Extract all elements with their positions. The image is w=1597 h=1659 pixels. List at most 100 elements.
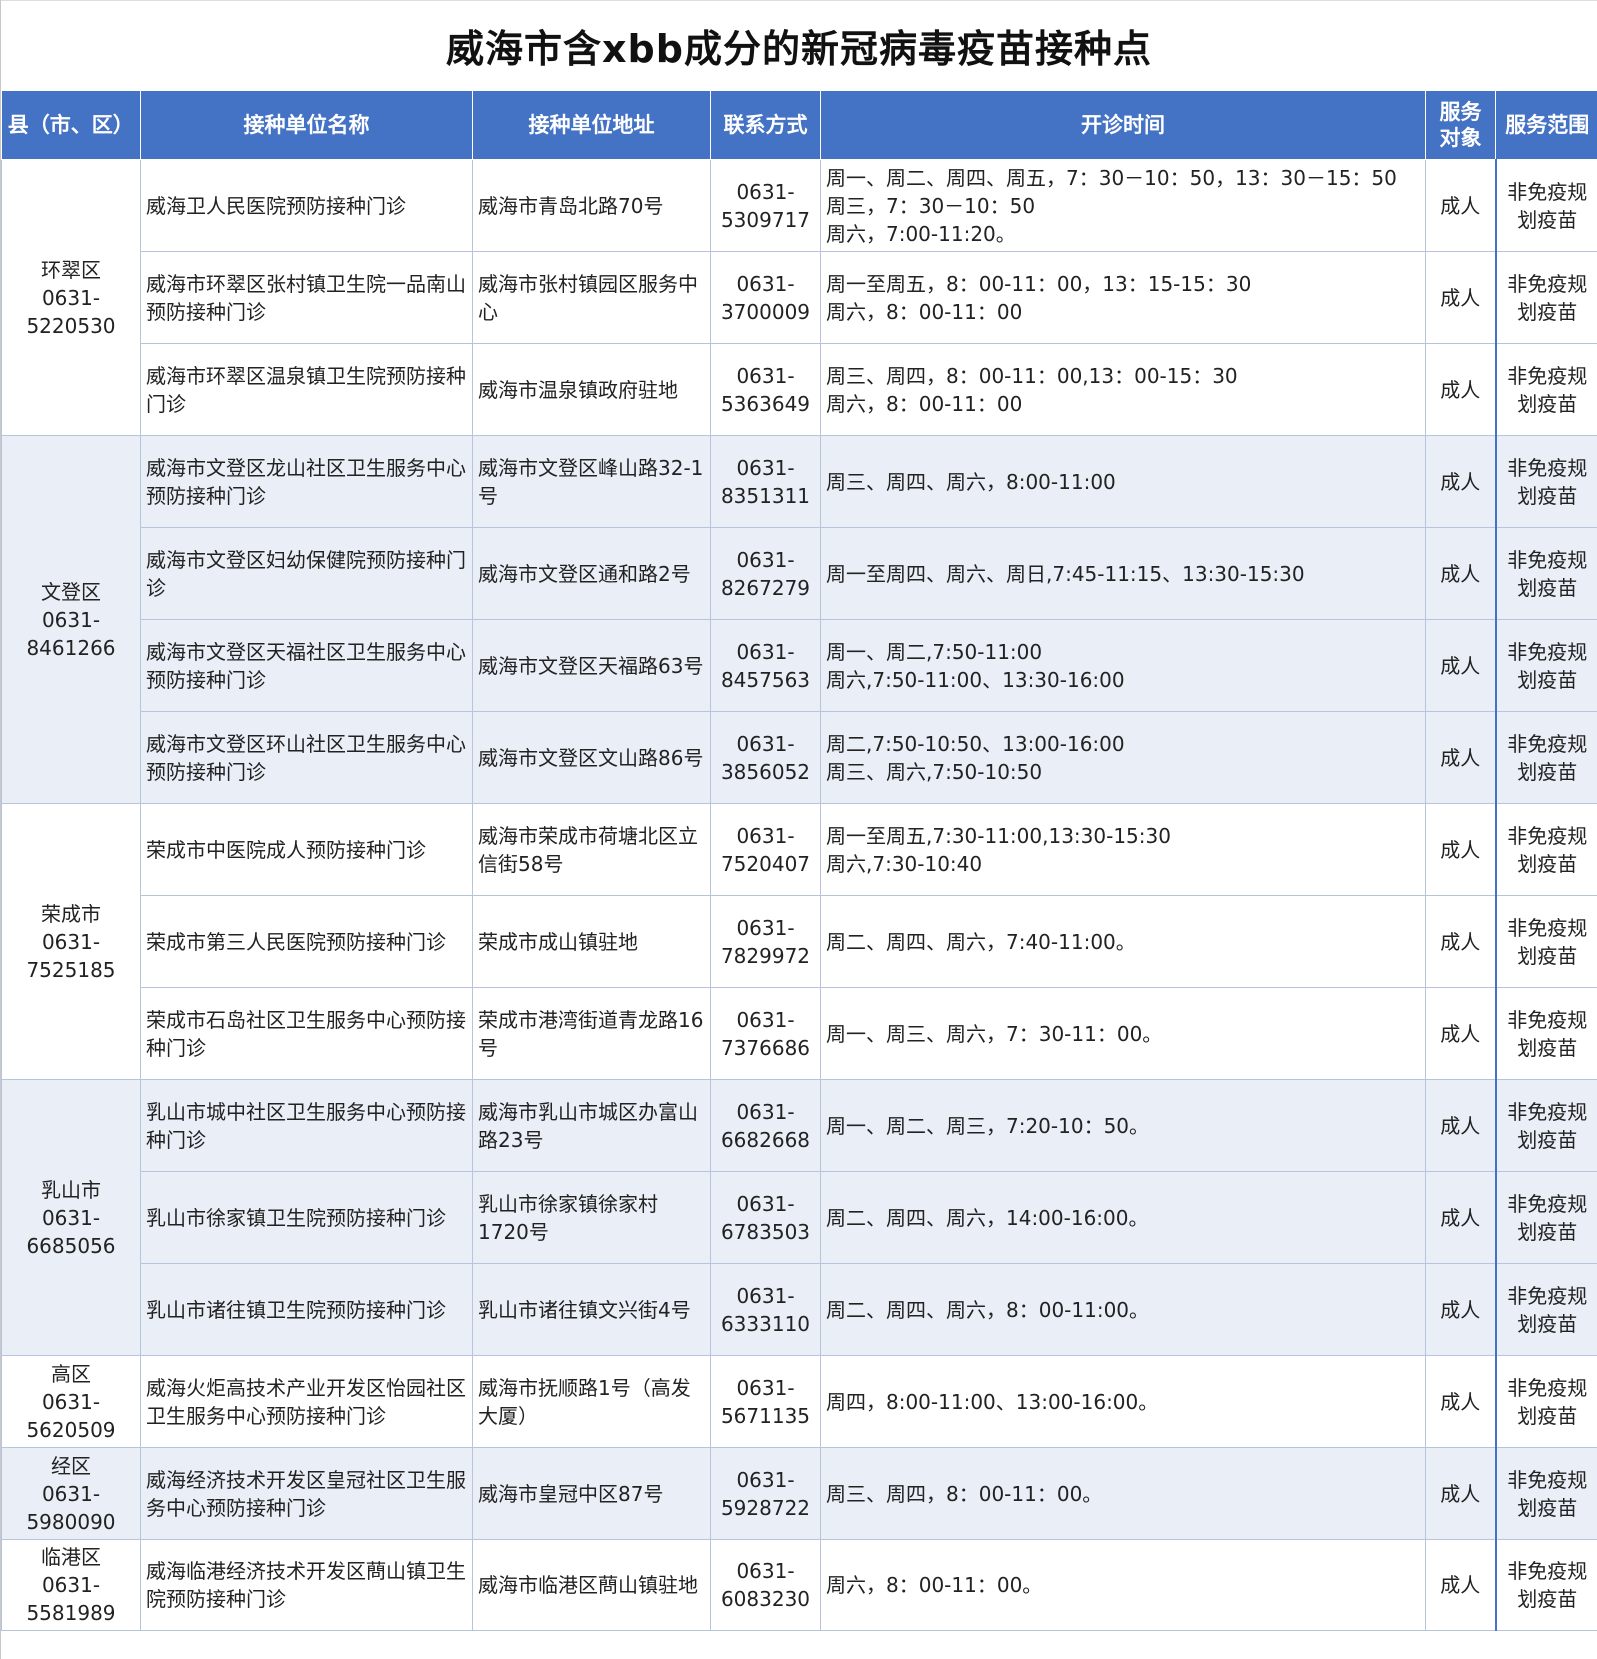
table-row: 经区 0631-5980090 威海经济技术开发区皇冠社区卫生服务中心预防接种门诊威…: [1, 1447, 1597, 1540]
contact-cell: 0631-8267279: [710, 527, 821, 620]
unit-address-cell: 威海市张村镇园区服务中心: [472, 251, 711, 344]
unit-name-cell: 荣成市石岛社区卫生服务中心预防接种门诊: [140, 987, 473, 1080]
table-row: 威海市文登区妇幼保健院预防接种门诊 威海市文登区通和路2号 0631-8267279…: [2, 527, 1597, 620]
unit-name-cell: 威海市文登区龙山社区卫生服务中心预防接种门诊: [140, 435, 473, 528]
header-contact: 联系方式: [710, 91, 821, 160]
unit-address-cell: 威海市文登区通和路2号: [472, 527, 711, 620]
contact-cell: 0631-7520407: [710, 803, 821, 896]
scope-cell: 非免疫规划疫苗: [1494, 1263, 1597, 1356]
table-row: 威海市环翠区温泉镇卫生院预防接种门诊 威海市温泉镇政府驻地 0631-5363649…: [2, 343, 1597, 436]
target-cell: 成人: [1425, 1539, 1496, 1631]
target-cell: 成人: [1425, 1447, 1496, 1540]
hours-cell: 周一至周五,7:30-11:00,13:30-15:30 周六,7:30-10:4…: [820, 803, 1426, 896]
unit-name-cell: 荣成市中医院成人预防接种门诊: [140, 803, 473, 896]
scope-cell: 非免疫规划疫苗: [1494, 1447, 1597, 1540]
hours-cell: 周二、周四、周六，8：00-11:00。: [820, 1263, 1426, 1356]
target-cell: 成人: [1425, 1355, 1496, 1448]
scope-cell: 非免疫规划疫苗: [1494, 711, 1597, 804]
header-row: 县（市、区） 接种单位名称 接种单位地址 联系方式 开诊时间 服务对象 服务范围: [1, 91, 1597, 160]
county-name: 乳山市: [41, 1177, 101, 1202]
hours-cell: 周六，8：00-11：00。: [820, 1539, 1426, 1631]
unit-name-cell: 威海临港经济技术开发区蔄山镇卫生院预防接种门诊: [140, 1539, 473, 1631]
county-name: 临港区: [41, 1545, 101, 1569]
contact-cell: 0631-3856052: [710, 711, 821, 804]
table-row: 荣成市第三人民医院预防接种门诊 荣成市成山镇驻地 0631-7829972 周二、周四…: [2, 895, 1597, 988]
hours-cell: 周一、周二、周四、周五，7：30－10：50，13：30－15：50 周三，7：3…: [820, 159, 1426, 252]
table-body: 环翠区 0631-5220530 威海卫人民医院预防接种门诊 威海市青岛北路70号 06…: [1, 159, 1597, 1631]
table-row: 高区 0631-5620509 威海火炬高技术产业开发区怡园社区卫生服务中心预防接种…: [1, 1355, 1597, 1448]
unit-name-cell: 威海市环翠区张村镇卫生院一品南山预防接种门诊: [140, 251, 473, 344]
unit-address-cell: 威海市温泉镇政府驻地: [472, 343, 711, 436]
target-cell: 成人: [1425, 343, 1496, 436]
scope-cell: 非免疫规划疫苗: [1494, 527, 1597, 620]
county-name: 经区: [51, 1453, 91, 1478]
hours-cell: 周二,7:50-10:50、13:00-16:00 周三、周六,7:50-10:5…: [820, 711, 1426, 804]
county-phone: 0631-6685056: [26, 1205, 116, 1258]
target-cell: 成人: [1425, 895, 1496, 988]
target-cell: 成人: [1425, 527, 1496, 620]
hours-cell: 周一、周二,7:50-11:00 周六,7:50-11:00、13:30-16:0…: [820, 619, 1426, 712]
scope-cell: 非免疫规划疫苗: [1494, 1355, 1597, 1448]
target-cell: 成人: [1425, 711, 1496, 804]
contact-cell: 0631-5309717: [710, 159, 821, 252]
hours-cell: 周四，8:00-11:00、13:00-16:00。: [820, 1355, 1426, 1448]
county-cell: 高区 0631-5620509: [1, 1355, 141, 1448]
header-county: 县（市、区）: [1, 91, 141, 160]
table-row: 威海市环翠区张村镇卫生院一品南山预防接种门诊 威海市张村镇园区服务中心 0631-3…: [2, 251, 1597, 344]
county-name: 高区: [51, 1361, 91, 1386]
county-cell: 环翠区 0631-5220530: [1, 159, 141, 436]
unit-name-cell: 威海市文登区妇幼保健院预防接种门诊: [140, 527, 473, 620]
unit-address-cell: 威海市临港区蔄山镇驻地: [472, 1539, 711, 1631]
contact-cell: 0631-8457563: [710, 619, 821, 712]
county-name: 文登区: [41, 579, 101, 604]
unit-address-cell: 乳山市诸往镇文兴街4号: [472, 1263, 711, 1356]
target-cell: 成人: [1425, 1079, 1496, 1172]
contact-cell: 0631-8351311: [710, 435, 821, 528]
unit-address-cell: 威海市皇冠中区87号: [472, 1447, 711, 1540]
table-row: 荣成市石岛社区卫生服务中心预防接种门诊 荣成市港湾街道青龙路16号 0631-737…: [2, 987, 1597, 1080]
page: 威海市含xbb成分的新冠病毒疫苗接种点 县（市、区） 接种单位名称 接种单位地址…: [0, 0, 1597, 1659]
vaccination-sites-table: 县（市、区） 接种单位名称 接种单位地址 联系方式 开诊时间 服务对象 服务范围…: [1, 91, 1597, 1631]
header-unit-address: 接种单位地址: [472, 91, 711, 160]
header-target: 服务对象: [1425, 91, 1496, 160]
table-row: 临港区 0631-5581989 威海临港经济技术开发区蔄山镇卫生院预防接种门诊 威海…: [1, 1539, 1597, 1631]
contact-cell: 0631-7376686: [710, 987, 821, 1080]
header-hours: 开诊时间: [820, 91, 1426, 160]
unit-address-cell: 威海市文登区天福路63号: [472, 619, 711, 712]
hours-cell: 周一至周四、周六、周日,7:45-11:15、13:30-15:30: [820, 527, 1426, 620]
unit-name-cell: 威海经济技术开发区皇冠社区卫生服务中心预防接种门诊: [140, 1447, 473, 1540]
page-title: 威海市含xbb成分的新冠病毒疫苗接种点: [1, 0, 1597, 91]
county-name: 荣成市: [41, 901, 101, 926]
table-row: 乳山市诸往镇卫生院预防接种门诊 乳山市诸往镇文兴街4号 0631-6333110 周二…: [2, 1263, 1597, 1356]
target-cell: 成人: [1425, 619, 1496, 712]
hours-cell: 周三、周四，8：00-11：00。: [820, 1447, 1426, 1540]
county-cell: 经区 0631-5980090: [1, 1447, 141, 1540]
table-row: 环翠区 0631-5220530 威海卫人民医院预防接种门诊 威海市青岛北路70号 06…: [1, 159, 1597, 436]
county-phone: 0631-5220530: [26, 285, 116, 338]
county-phone: 0631-5581989: [26, 1573, 116, 1625]
unit-address-cell: 威海市乳山市城区办富山路23号: [472, 1079, 711, 1172]
county-phone: 0631-5620509: [26, 1389, 116, 1442]
contact-cell: 0631-7829972: [710, 895, 821, 988]
hours-cell: 周一、周二、周三，7:20-10：50。: [820, 1079, 1426, 1172]
contact-cell: 0631-6333110: [710, 1263, 821, 1356]
table-row: 文登区 0631-8461266 威海市文登区龙山社区卫生服务中心预防接种门诊 威海市…: [1, 435, 1597, 804]
county-cell: 乳山市 0631-6685056: [1, 1079, 141, 1356]
contact-cell: 0631-6682668: [710, 1079, 821, 1172]
scope-cell: 非免疫规划疫苗: [1494, 987, 1597, 1080]
hours-cell: 周二、周四、周六，14:00-16:00。: [820, 1171, 1426, 1264]
hours-cell: 周一至周五，8：00-11：00，13：15-15：30 周六，8：00-11：0…: [820, 251, 1426, 344]
scope-cell: 非免疫规划疫苗: [1494, 251, 1597, 344]
unit-name-cell: 威海卫人民医院预防接种门诊: [140, 159, 473, 252]
unit-name-cell: 威海火炬高技术产业开发区怡园社区卫生服务中心预防接种门诊: [140, 1355, 473, 1448]
target-cell: 成人: [1425, 1171, 1496, 1264]
county-phone: 0631-5980090: [26, 1481, 116, 1534]
county-phone: 0631-7525185: [26, 929, 116, 982]
unit-name-cell: 荣成市第三人民医院预防接种门诊: [140, 895, 473, 988]
header-scope: 服务范围: [1495, 91, 1597, 160]
hours-cell: 周一、周三、周六，7：30-11：00。: [820, 987, 1426, 1080]
contact-cell: 0631-6083230: [710, 1539, 821, 1631]
county-name: 环翠区: [41, 257, 101, 282]
table-row: 威海市文登区天福社区卫生服务中心预防接种门诊 威海市文登区天福路63号 0631-8…: [2, 619, 1597, 712]
contact-cell: 0631-5928722: [710, 1447, 821, 1540]
